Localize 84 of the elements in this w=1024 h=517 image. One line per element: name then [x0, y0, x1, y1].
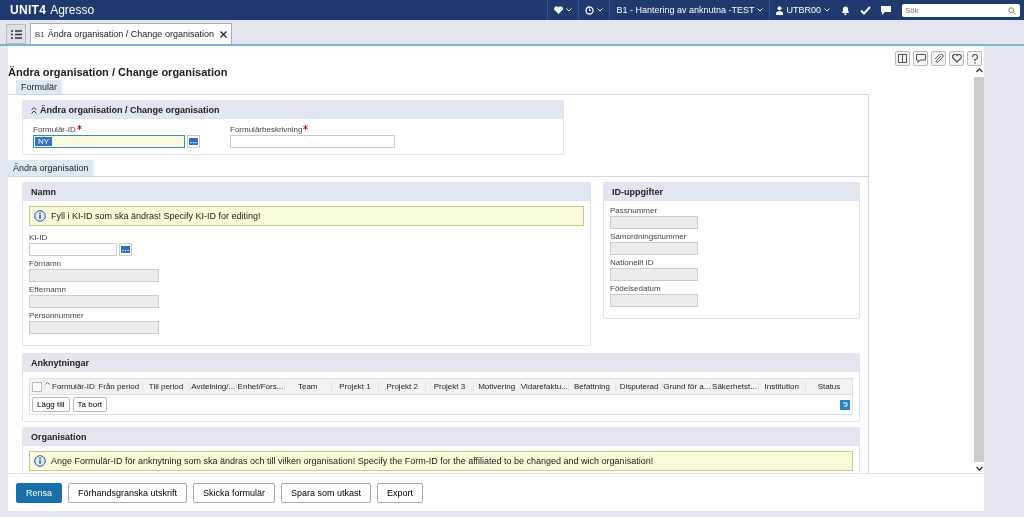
heart-icon [554, 5, 564, 15]
search-icon [1008, 6, 1016, 15]
caret-icon [566, 8, 573, 12]
column-header[interactable]: Disputerad [619, 382, 659, 391]
comment-icon[interactable] [913, 51, 928, 66]
section-header: Organisation [23, 428, 859, 446]
list-icon [10, 29, 22, 39]
field-label: Formulär-ID [33, 125, 76, 134]
close-icon[interactable] [219, 30, 227, 38]
field-value: NY [35, 137, 53, 146]
field-label: Passnummer [610, 206, 659, 215]
action-button[interactable]: Export [377, 483, 424, 503]
input-field[interactable] [230, 135, 395, 148]
section-header: ID-uppgifter [604, 183, 859, 201]
document-tab[interactable]: B1 Ändra organisation / Change organisation [30, 23, 232, 44]
help-icon[interactable] [967, 51, 982, 66]
lookup-icon[interactable] [187, 135, 200, 148]
column-header[interactable]: Från period [98, 382, 140, 391]
history-icon [585, 5, 595, 15]
chat-icon[interactable] [881, 5, 891, 15]
section-tab[interactable]: Ändra organisation [8, 160, 94, 176]
brand-logo: UNIT4 [10, 3, 47, 17]
info-icon [34, 455, 46, 467]
action-button[interactable]: Skicka formulär [193, 483, 276, 503]
sort-icon [45, 382, 50, 385]
split-view-icon[interactable] [895, 51, 910, 66]
action-button[interactable]: Förhandsgranska utskrift [68, 483, 188, 503]
caret-icon [757, 8, 764, 12]
info-text: Ange Formulär-ID för anknytning som ska ändras och till vilken organisation! Specify the Form-ID for the affiliated to be changed and wich organisation! [51, 456, 654, 466]
collapse-icon[interactable] [31, 106, 37, 114]
section-header: Anknytningar [23, 354, 859, 372]
column-header[interactable]: Projekt 3 [433, 382, 466, 391]
grid-settings-icon[interactable] [840, 399, 850, 410]
heart-icon[interactable] [949, 51, 964, 66]
section-header: Namn [23, 183, 590, 201]
column-header[interactable]: Projekt 2 [386, 382, 418, 391]
column-header[interactable]: Till period [148, 382, 184, 391]
page-title: Ändra organisation / Change organisation [8, 66, 229, 80]
field-label: Personnummer [29, 311, 85, 320]
column-header[interactable]: Team [297, 382, 318, 391]
input-field[interactable] [29, 243, 117, 256]
column-header[interactable]: Enhet/Fors... [237, 382, 284, 391]
product-name: Agresso [50, 3, 95, 17]
field-label: KI-ID [29, 233, 49, 242]
grid-button[interactable]: Ta bort [72, 397, 108, 412]
search-field[interactable]: Sök [902, 3, 1020, 17]
column-header[interactable]: Befattning [573, 382, 610, 391]
field-label: Förnamn [29, 259, 62, 268]
column-header[interactable]: Status [817, 382, 841, 391]
form-tab[interactable]: Formulär [16, 80, 62, 94]
section-title: Ändra organisation / Change organisation [40, 105, 220, 115]
tab-label: Ändra organisation / Change organisation [47, 29, 214, 39]
field-label: Formulärbeskrivning [230, 125, 303, 134]
column-header[interactable]: Vidarefaktu... [520, 382, 568, 391]
scrollbar[interactable] [974, 66, 984, 473]
input-field[interactable]: NY [33, 135, 185, 148]
menu-button[interactable] [6, 24, 26, 44]
field-label: Samordningsnummer [610, 232, 688, 241]
caret-icon [597, 8, 604, 12]
person-icon [776, 5, 784, 15]
column-header[interactable]: Motivering [478, 382, 516, 391]
bell-icon[interactable] [841, 5, 850, 15]
tab-code-label: B1 [35, 29, 45, 39]
scroll-up-icon[interactable] [975, 68, 983, 73]
column-header[interactable]: Formulär-ID [52, 382, 95, 391]
action-button[interactable]: Rensa [16, 483, 62, 503]
caret-icon [824, 8, 830, 12]
column-header[interactable]: Projekt 1 [339, 382, 371, 391]
info-icon [34, 210, 46, 222]
paperclip-icon[interactable] [931, 51, 946, 66]
scroll-down-icon[interactable] [975, 466, 983, 471]
grid-button[interactable]: Lägg till [32, 397, 70, 412]
field-label: Födelsedatum [610, 284, 662, 293]
checkmark-icon[interactable] [860, 5, 871, 15]
select-all-checkbox[interactable] [32, 381, 42, 392]
info-text: Fyll i KI-ID som ska ändras! Specify KI-ID for editing! [51, 211, 261, 221]
field-label: Efternamn [29, 285, 67, 294]
column-header[interactable]: Institution [764, 382, 799, 391]
column-header[interactable]: Avdelning/... [191, 382, 236, 391]
column-header[interactable]: Säkerhetst... [712, 382, 757, 391]
action-button[interactable]: Spara som utkast [281, 483, 372, 503]
field-label: Nationellt ID [610, 258, 655, 267]
lookup-icon[interactable] [119, 243, 132, 256]
column-header[interactable]: Grund för a... [663, 382, 711, 391]
